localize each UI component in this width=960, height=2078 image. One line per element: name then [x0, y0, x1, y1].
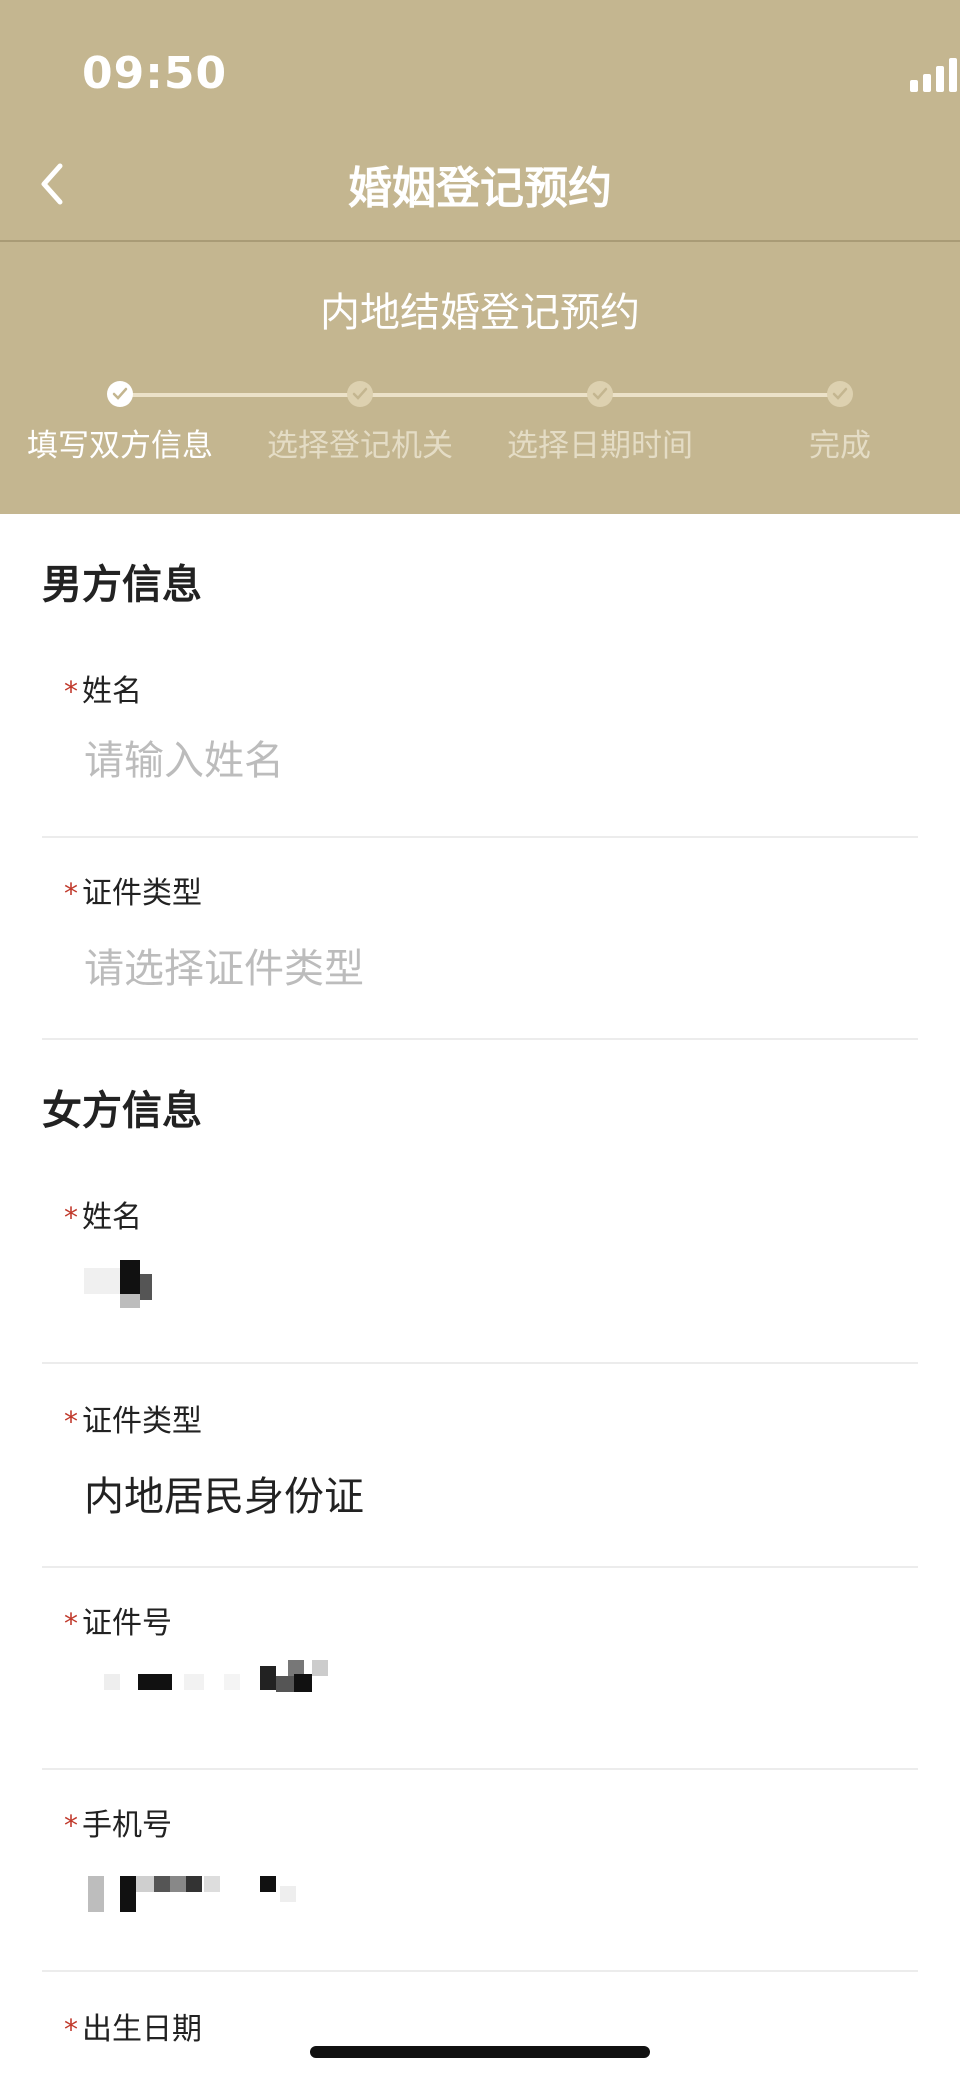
label-text: 证件类型 — [82, 1404, 202, 1439]
redacted-pixel — [312, 1660, 328, 1676]
male-section-title: 男方信息 — [42, 562, 202, 608]
redacted-pixel — [104, 1674, 120, 1690]
female-phone-label: * 手机号 — [64, 1800, 172, 1844]
stepper-line — [120, 393, 840, 397]
female-birth-label: * 出生日期 — [64, 2004, 202, 2048]
female-id-no-field[interactable] — [84, 1660, 904, 1720]
divider — [42, 1970, 918, 1972]
redacted-pixel — [260, 1876, 276, 1892]
divider — [42, 1362, 918, 1364]
redacted-pixel — [120, 1876, 136, 1912]
label-text: 证件号 — [82, 1606, 172, 1641]
check-icon — [112, 387, 128, 400]
male-id-type-select[interactable]: 请选择证件类型 — [84, 936, 364, 994]
step-label-2: 选择登记机关 — [267, 428, 453, 464]
step-label-1: 填写双方信息 — [27, 428, 213, 464]
header: 09:50 婚姻登记预约 内地结婚登记预约 填写双方信息 选择登记机关 选择日期… — [0, 0, 960, 514]
redacted-pixel — [136, 1876, 154, 1892]
redacted-pixel — [224, 1674, 240, 1690]
home-indicator — [310, 2046, 650, 2058]
redacted-pixel — [276, 1676, 294, 1692]
label-text: 出生日期 — [82, 2012, 202, 2047]
subtitle: 内地结婚登记预约 — [320, 290, 640, 336]
divider — [42, 836, 918, 838]
label-text: 手机号 — [82, 1808, 172, 1843]
redacted-pixel — [84, 1268, 120, 1294]
required-mark: * — [64, 1405, 78, 1438]
divider — [42, 1566, 918, 1568]
redacted-pixel — [280, 1886, 296, 1902]
female-id-no-label: * 证件号 — [64, 1598, 172, 1642]
redacted-pixel — [154, 1876, 170, 1892]
label-text: 姓名 — [82, 674, 142, 709]
page-title: 婚姻登记预约 — [348, 163, 612, 214]
step-label-3: 选择日期时间 — [507, 428, 693, 464]
redacted-pixel — [260, 1666, 276, 1690]
signal-icon — [910, 58, 957, 92]
divider — [42, 1038, 918, 1040]
check-icon — [592, 387, 608, 400]
step-dot-1 — [107, 381, 133, 407]
required-mark: * — [64, 877, 78, 910]
redacted-pixel — [184, 1674, 204, 1690]
divider — [42, 1768, 918, 1770]
redacted-pixel — [88, 1876, 104, 1912]
required-mark: * — [64, 1201, 78, 1234]
redacted-pixel — [138, 1674, 172, 1690]
redacted-pixel — [170, 1876, 186, 1892]
female-id-type-select[interactable]: 内地居民身份证 — [84, 1464, 364, 1522]
step-dot-2 — [347, 381, 373, 407]
header-divider — [0, 240, 960, 242]
female-name-label: * 姓名 — [64, 1192, 142, 1236]
label-text: 证件类型 — [82, 876, 202, 911]
step-dot-4 — [827, 381, 853, 407]
status-time: 09:50 — [82, 48, 228, 99]
male-name-input[interactable] — [84, 736, 904, 786]
check-icon — [352, 387, 368, 400]
redacted-pixel — [186, 1876, 202, 1892]
female-id-type-label: * 证件类型 — [64, 1396, 202, 1440]
label-text: 姓名 — [82, 1200, 142, 1235]
redacted-pixel — [204, 1876, 220, 1892]
redacted-pixel — [140, 1274, 152, 1300]
required-mark: * — [64, 2013, 78, 2046]
female-section-title: 女方信息 — [42, 1088, 202, 1134]
step-label-4: 完成 — [809, 428, 871, 464]
female-phone-field[interactable] — [84, 1866, 904, 1926]
female-name-field[interactable] — [84, 1256, 904, 1316]
required-mark: * — [64, 675, 78, 708]
male-id-type-label: * 证件类型 — [64, 868, 202, 912]
redacted-pixel — [120, 1260, 140, 1294]
male-name-label: * 姓名 — [64, 666, 142, 710]
redacted-pixel — [120, 1294, 140, 1308]
redacted-pixel — [294, 1674, 312, 1692]
required-mark: * — [64, 1809, 78, 1842]
required-mark: * — [64, 1607, 78, 1640]
step-dot-3 — [587, 381, 613, 407]
check-icon — [832, 387, 848, 400]
screen: 09:50 婚姻登记预约 内地结婚登记预约 填写双方信息 选择登记机关 选择日期… — [0, 0, 960, 2078]
